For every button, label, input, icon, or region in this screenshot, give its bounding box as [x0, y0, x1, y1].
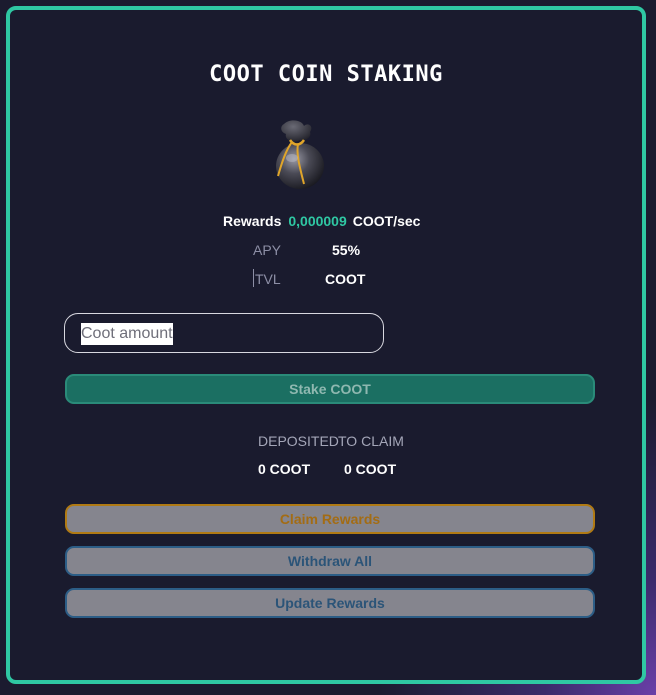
rewards-label: Rewards	[223, 213, 282, 229]
staking-card: COOT COIN STAKING Rewards 0,000009 COOT/se…	[6, 6, 646, 684]
apy-value: 55%	[332, 242, 361, 258]
coin-bag-icon	[276, 120, 324, 189]
update-rewards-button[interactable]: Update Rewards	[65, 588, 595, 618]
apy-label: APY	[253, 242, 282, 258]
to-claim-label: TO CLAIM	[338, 433, 404, 449]
tvl-value: COOT	[325, 271, 366, 287]
claim-rewards-button[interactable]: Claim Rewards	[65, 504, 595, 534]
page-title: COOT COIN STAKING	[209, 62, 443, 87]
stake-button[interactable]: Stake COOT	[65, 374, 595, 404]
rewards-row: Rewards 0,000009 COOT/sec	[223, 213, 420, 229]
input-placeholder: Coot amount	[81, 325, 173, 342]
to-claim-value: 0 COOT	[344, 461, 397, 477]
rewards-unit: COOT/sec	[352, 213, 421, 229]
rewards-value: 0,000009	[288, 213, 347, 229]
deposited-label: DEPOSITED	[258, 433, 339, 449]
text-caret	[253, 269, 254, 287]
tvl-label: TVL	[255, 271, 281, 287]
deposited-value: 0 COOT	[258, 461, 311, 477]
withdraw-all-button[interactable]: Withdraw All	[65, 546, 595, 576]
